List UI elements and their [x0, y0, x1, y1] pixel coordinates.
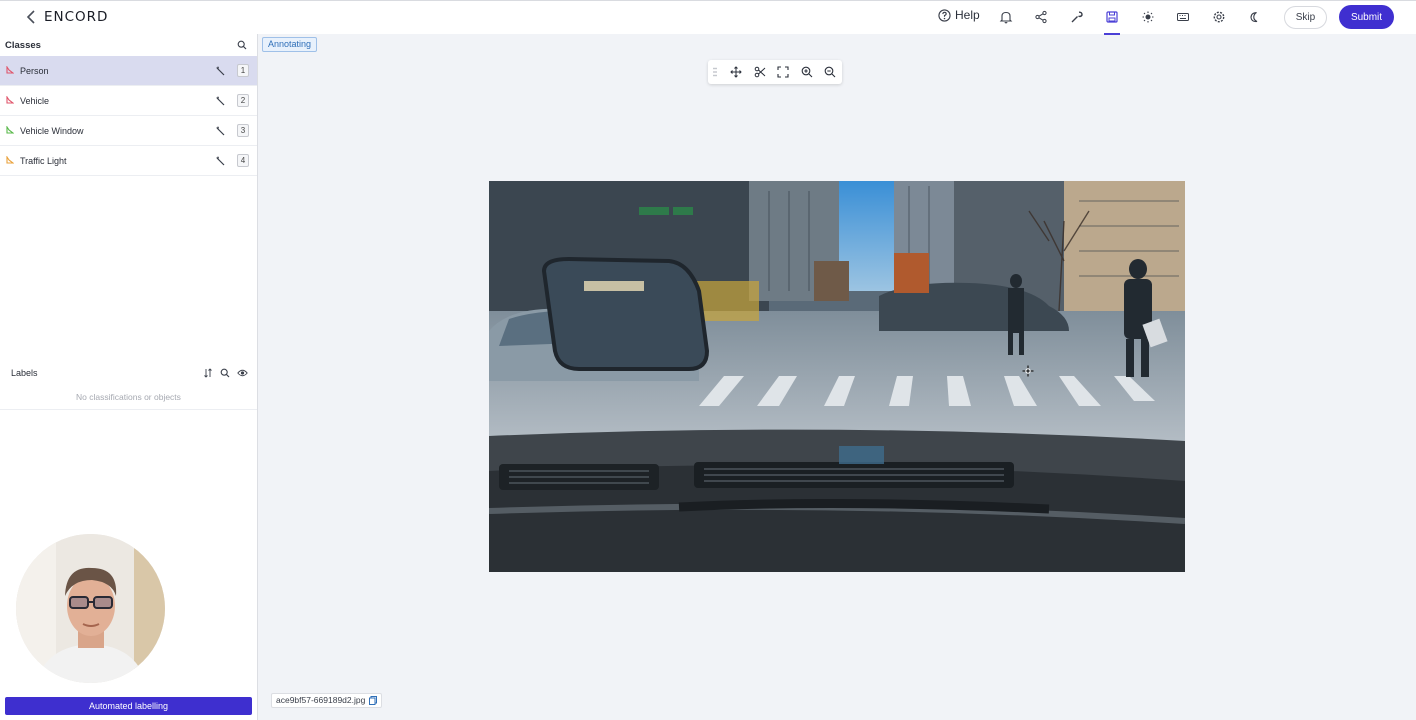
hotkey-badge: 2: [237, 94, 249, 107]
move-icon[interactable]: [730, 66, 742, 78]
magic-wand-icon[interactable]: [216, 156, 226, 166]
share-icon[interactable]: [1034, 10, 1050, 26]
labels-title: Labels: [11, 368, 38, 378]
webcam-overlay: [16, 534, 165, 683]
top-bar: ENCORD Help Skip Submit: [0, 0, 1416, 35]
keyboard-icon[interactable]: [1176, 10, 1192, 26]
class-item-vehicle[interactable]: Vehicle 2: [0, 86, 257, 116]
sun-icon[interactable]: [1141, 10, 1157, 26]
search-icon[interactable]: [237, 40, 247, 50]
polygon-class-icon: [6, 156, 14, 164]
polygon-class-icon: [6, 126, 14, 134]
bell-icon[interactable]: [999, 10, 1015, 26]
help-icon: [938, 8, 951, 22]
wrench-icon[interactable]: [1070, 10, 1086, 26]
magic-wand-icon[interactable]: [216, 126, 226, 136]
save-icon[interactable]: [1104, 10, 1121, 35]
fit-screen-icon[interactable]: [777, 66, 789, 78]
hotkey-badge: 3: [237, 124, 249, 137]
polygon-class-icon: [6, 96, 14, 104]
logo: ENCORD: [44, 9, 109, 25]
hotkey-badge: 4: [237, 154, 249, 167]
filename-label: ace9bf57-669189d2.jpg: [276, 695, 366, 705]
magic-wand-icon[interactable]: [216, 66, 226, 76]
gear-icon[interactable]: [1212, 10, 1228, 26]
help-button[interactable]: Help: [938, 8, 980, 22]
zoom-in-icon[interactable]: [801, 66, 813, 78]
class-label: Vehicle Window: [20, 126, 84, 136]
help-label: Help: [955, 8, 980, 22]
left-panel: Classes Person 1 Vehicle 2 Vehicle Windo…: [0, 34, 258, 720]
automated-labelling-button[interactable]: Automated labelling: [5, 697, 252, 715]
class-item-traffic-light[interactable]: Traffic Light 4: [0, 146, 257, 176]
scissors-icon[interactable]: [754, 66, 766, 78]
class-label: Person: [20, 66, 49, 76]
hotkey-badge: 1: [237, 64, 249, 77]
class-item-person[interactable]: Person 1: [0, 56, 257, 86]
zoom-out-icon[interactable]: [824, 66, 836, 78]
back-arrow-icon[interactable]: [24, 9, 38, 25]
drag-handle-icon[interactable]: [713, 67, 717, 77]
canvas-toolbar: [708, 60, 842, 84]
class-label: Traffic Light: [20, 156, 67, 166]
annotation-image[interactable]: [489, 181, 1185, 572]
polygon-class-icon: [6, 66, 14, 74]
filename-chip: ace9bf57-669189d2.jpg: [271, 693, 383, 708]
magic-wand-icon[interactable]: [216, 96, 226, 106]
copy-icon[interactable]: [369, 696, 378, 705]
sort-icon[interactable]: [203, 368, 213, 378]
classes-header: Classes: [0, 34, 257, 56]
labels-empty-message: No classifications or objects: [0, 384, 257, 410]
eye-icon[interactable]: [237, 368, 248, 378]
skip-button[interactable]: Skip: [1284, 6, 1327, 29]
moon-icon[interactable]: [1247, 10, 1263, 26]
class-item-vehicle-window[interactable]: Vehicle Window 3: [0, 116, 257, 146]
classes-title: Classes: [5, 40, 41, 51]
search-icon[interactable]: [220, 368, 230, 378]
submit-button[interactable]: Submit: [1339, 5, 1394, 29]
crosshair-cursor-icon: [1022, 365, 1034, 377]
status-badge: Annotating: [262, 37, 318, 52]
class-label: Vehicle: [20, 96, 50, 106]
labels-header: Labels: [0, 362, 257, 384]
